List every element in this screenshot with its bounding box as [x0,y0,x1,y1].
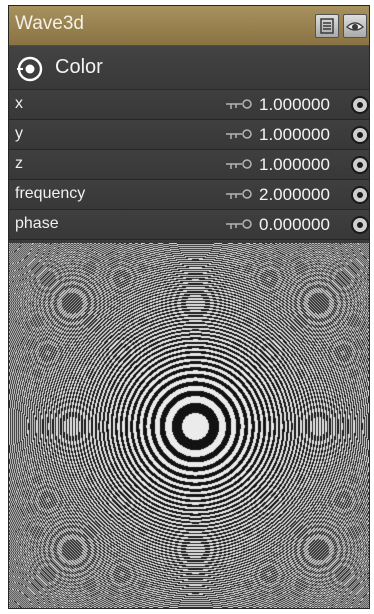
param-row-y[interactable]: y 1.000000 [9,120,369,150]
param-label: frequency [15,185,86,202]
param-value[interactable]: 2.000000 [259,185,330,205]
wave3d-panel: Wave3d Color x 1.000000 y 1.000000 z 1.0… [8,5,370,609]
param-label: y [15,125,23,142]
param-label: z [15,155,23,172]
panel-title: Wave3d [15,13,84,34]
connect-radio[interactable] [351,216,369,234]
wave-pattern-image [9,243,369,608]
param-row-z[interactable]: z 1.000000 [9,150,369,180]
list-icon [320,18,334,34]
panel-titlebar[interactable]: Wave3d [9,6,369,46]
key-icon[interactable] [225,159,253,171]
section-label: Color [55,56,103,78]
connect-radio[interactable] [351,126,369,144]
param-row-frequency[interactable]: frequency 2.000000 [9,180,369,210]
param-label: phase [15,215,59,232]
texture-preview [9,243,369,608]
key-icon[interactable] [225,99,253,111]
param-label: x [15,95,23,112]
connect-radio[interactable] [351,156,369,174]
eye-icon [346,22,364,31]
param-row-phase[interactable]: phase 0.000000 [9,210,369,240]
connect-radio[interactable] [351,186,369,204]
param-value[interactable]: 1.000000 [259,95,330,115]
visibility-button[interactable] [343,14,367,38]
param-value[interactable]: 0.000000 [259,215,330,235]
key-icon[interactable] [225,189,253,201]
key-icon[interactable] [225,219,253,231]
param-row-x[interactable]: x 1.000000 [9,90,369,120]
param-value[interactable]: 1.000000 [259,125,330,145]
section-header-color[interactable]: Color [9,46,369,90]
key-icon[interactable] [225,129,253,141]
list-button[interactable] [315,14,339,38]
target-icon [17,56,43,82]
connect-radio[interactable] [351,96,369,114]
param-value[interactable]: 1.000000 [259,155,330,175]
